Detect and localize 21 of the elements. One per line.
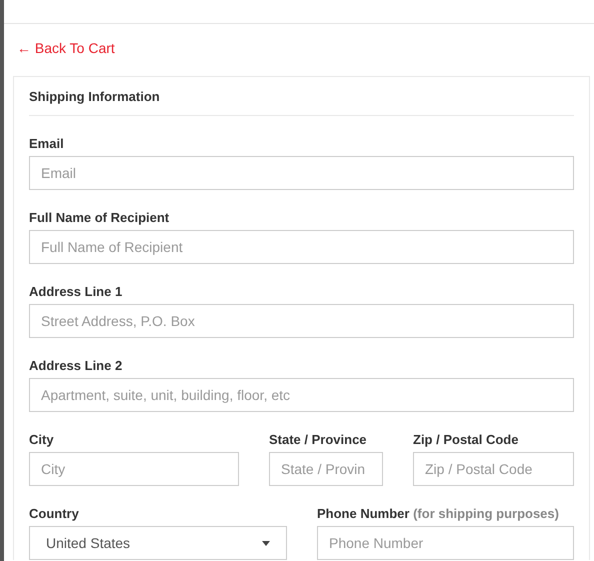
- field-label: Country: [29, 506, 80, 521]
- caret-icon: [262, 540, 270, 546]
- field-label: Phone Number (for shipping purposes): [317, 506, 560, 521]
- input-field[interactable]: Zip / Postal Code: [413, 452, 574, 486]
- section-heading: Shipping Information: [29, 89, 574, 116]
- back-link[interactable]: ← Back To Cart: [17, 40, 115, 56]
- input-field[interactable]: City: [29, 452, 239, 486]
- input-field[interactable]: State / Provin: [269, 452, 383, 486]
- input-field[interactable]: Email: [29, 156, 574, 190]
- field-label: Address Line 1: [29, 284, 124, 299]
- input-field[interactable]: Full Name of Recipient: [29, 230, 574, 264]
- input-field[interactable]: Phone Number: [317, 526, 574, 560]
- field-label: City: [29, 432, 55, 447]
- field-label: Full Name of Recipient: [29, 210, 170, 225]
- input-field[interactable]: Street Address, P.O. Box: [29, 304, 574, 338]
- field-label: Address Line 2: [29, 358, 124, 373]
- country-select[interactable]: United States: [29, 526, 287, 560]
- input-field[interactable]: Apartment, suite, unit, building, floor, etc: [29, 378, 574, 412]
- field-label: Email: [29, 136, 65, 151]
- field-label: State / Province: [269, 432, 368, 447]
- field-label: Zip / Postal Code: [413, 432, 520, 447]
